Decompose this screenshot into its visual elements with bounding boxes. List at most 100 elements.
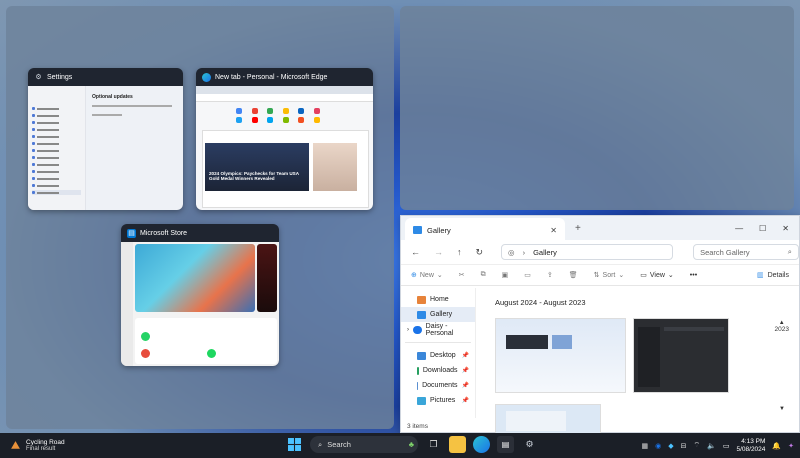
new-plus-icon: ⊕ xyxy=(411,272,417,279)
notification-bell-icon[interactable]: 🔔 xyxy=(772,442,781,450)
tray-app-icon[interactable]: ⊟ xyxy=(681,442,687,450)
volume-icon[interactable]: 🔈 xyxy=(707,442,716,450)
edge-window-thumbnail[interactable]: New tab - Personal - Microsoft Edge 2024… xyxy=(196,68,373,210)
gallery-photo[interactable] xyxy=(495,318,626,393)
start-windows-icon[interactable] xyxy=(286,436,303,453)
search-icon: ⌕ xyxy=(318,439,323,449)
paste-icon[interactable]: ▣ xyxy=(502,271,509,279)
chevron-down-icon: ⌄ xyxy=(667,272,674,279)
microsoft-store-icon[interactable]: ▤ xyxy=(497,436,514,453)
status-item-count: 3 items xyxy=(407,423,428,430)
sort-button[interactable]: ⇅ Sort ⌄ xyxy=(594,271,625,280)
edge-news-feed: 2024 Olympics: Paychecks for Team USA Go… xyxy=(202,130,369,208)
cut-icon[interactable]: ✂ xyxy=(459,271,465,279)
nav-item-desktop[interactable]: Desktop 📌 xyxy=(401,348,475,363)
taskbar-search-box[interactable]: ⌕ Search ♣ xyxy=(310,436,418,453)
pictures-folder-icon xyxy=(417,396,426,405)
new-button-label: New xyxy=(419,271,434,279)
back-arrow-icon[interactable]: ← xyxy=(411,247,420,257)
nav-item-downloads[interactable]: Downloads 📌 xyxy=(401,363,475,378)
clock[interactable]: 4:13 PM 5/08/2024 xyxy=(736,438,765,454)
file-explorer-window[interactable]: Gallery ✕ + — ☐ ✕ ← → ↑ ↻ ◎ › Gallery Se… xyxy=(400,215,800,436)
gallery-icon xyxy=(417,310,426,319)
new-button[interactable]: ⊕ New ⌄ xyxy=(411,271,443,280)
store-window-thumbnail[interactable]: ▤ Microsoft Store xyxy=(121,224,279,366)
nav-item-home[interactable]: Home xyxy=(401,292,475,307)
edge-icon xyxy=(202,72,211,82)
snap-assist-zone-top-right[interactable] xyxy=(400,6,794,210)
explorer-titlebar: Gallery ✕ + — ☐ ✕ xyxy=(401,216,799,242)
gallery-photo[interactable] xyxy=(495,404,601,436)
explorer-command-bar: ⊕ New ⌄ ✂ ⧉ ▣ ▭ ⇪ 🗑 ⇅ Sort ⌄ ▭ View ⌄ ••… xyxy=(401,264,799,286)
chevron-down-icon: ⌄ xyxy=(618,272,625,279)
share-icon[interactable]: ⇪ xyxy=(547,271,553,279)
edge-news-headline: 2024 Olympics: Paychecks for Team USA Go… xyxy=(209,171,299,181)
details-button-label: Details xyxy=(767,271,789,279)
close-window-icon[interactable]: ✕ xyxy=(782,224,789,233)
view-button[interactable]: ▭ View ⌄ xyxy=(640,271,674,280)
pin-icon: 📌 xyxy=(461,398,469,404)
settings-page-title: Optional updates xyxy=(92,94,133,100)
store-side-banner xyxy=(257,244,277,312)
sort-button-label: Sort xyxy=(602,271,616,279)
search-gallery-input[interactable]: Search Gallery ⌕ xyxy=(693,244,799,260)
nav-item-onedrive[interactable]: › Daisy - Personal xyxy=(401,322,475,337)
clock-date: 5/08/2024 xyxy=(736,445,766,453)
system-tray: ▦ ◉ ◆ ⊟ ⌔ 🔈 ▭ 4:13 PM 5/08/2024 🔔 ✦ xyxy=(642,433,794,458)
nav-item-label: Daisy - Personal xyxy=(425,322,454,337)
details-button[interactable]: ▥ Details xyxy=(757,271,789,280)
copilot-icon[interactable]: ✦ xyxy=(788,442,794,450)
scroll-down-arrow-icon[interactable]: ▼ xyxy=(779,406,785,412)
wifi-icon[interactable]: ⌔ xyxy=(694,441,701,450)
nav-item-label: Gallery xyxy=(430,311,453,318)
explorer-tab-gallery[interactable]: Gallery ✕ xyxy=(405,218,565,242)
taskbar-apps: ⌕ Search ♣ ❐ ▤ ⚙ xyxy=(286,436,538,453)
timeline-year-marker[interactable]: ▲ 2023 xyxy=(775,320,789,333)
refresh-icon[interactable]: ↻ xyxy=(476,247,484,258)
nav-item-label: Desktop xyxy=(430,352,456,359)
close-tab-icon[interactable]: ✕ xyxy=(550,226,557,235)
view-icon: ▭ xyxy=(640,272,647,279)
battery-icon[interactable]: ▭ xyxy=(723,442,730,450)
settings-gear-icon[interactable]: ⚙ xyxy=(521,436,538,453)
gallery-photo[interactable] xyxy=(633,318,729,393)
weather-widget[interactable]: Cycling Road Final result xyxy=(0,439,210,452)
edge-thumbnail-titlebar: New tab - Personal - Microsoft Edge xyxy=(196,68,373,86)
tray-app-icon[interactable]: ◉ xyxy=(655,442,661,450)
nav-item-pictures[interactable]: Pictures 📌 xyxy=(401,393,475,408)
address-bar[interactable]: ◎ › Gallery xyxy=(501,244,674,260)
gallery-location-icon: ◎ xyxy=(508,247,515,257)
more-options-button[interactable]: ••• xyxy=(690,272,697,279)
explorer-tab-label: Gallery xyxy=(427,225,451,235)
nav-item-label: Downloads xyxy=(422,367,458,374)
expand-chevron-icon[interactable]: › xyxy=(407,327,409,333)
view-button-label: View xyxy=(649,271,665,279)
edge-news-hero-image: 2024 Olympics: Paychecks for Team USA Go… xyxy=(205,143,309,191)
desktop-folder-icon xyxy=(417,351,426,360)
file-explorer-icon[interactable] xyxy=(449,436,466,453)
store-thumbnail-title: Microsoft Store xyxy=(140,229,188,237)
maximize-icon[interactable]: ☐ xyxy=(759,224,766,233)
settings-thumbnail-titlebar: ⚙ Settings xyxy=(28,68,183,86)
store-thumbnail-preview xyxy=(121,242,279,366)
search-highlight-icon: ♣ xyxy=(408,440,414,449)
tray-app-icon[interactable]: ▦ xyxy=(642,442,649,450)
gallery-content: August 2024 - August 2023 xyxy=(479,288,781,436)
copy-icon[interactable]: ⧉ xyxy=(481,271,486,279)
task-view-icon[interactable]: ❐ xyxy=(425,436,442,453)
search-gallery-placeholder: Search Gallery xyxy=(700,247,750,257)
rename-icon[interactable]: ▭ xyxy=(524,271,531,279)
settings-window-thumbnail[interactable]: ⚙ Settings Optional updates xyxy=(28,68,183,210)
nav-item-gallery[interactable]: Gallery xyxy=(401,307,475,322)
edge-browser-icon[interactable] xyxy=(473,436,490,453)
nav-item-documents[interactable]: Documents 📌 xyxy=(401,378,475,393)
minimize-icon[interactable]: — xyxy=(735,224,743,233)
widget-title: Cycling Road xyxy=(26,439,65,446)
up-arrow-icon[interactable]: ↑ xyxy=(457,247,462,257)
forward-arrow-icon[interactable]: → xyxy=(434,247,443,257)
tray-app-icon[interactable]: ◆ xyxy=(668,442,673,450)
new-tab-icon[interactable]: + xyxy=(575,223,581,234)
address-bar-text: Gallery xyxy=(533,247,557,257)
downloads-folder-icon xyxy=(417,366,419,375)
delete-icon[interactable]: 🗑 xyxy=(569,271,578,279)
